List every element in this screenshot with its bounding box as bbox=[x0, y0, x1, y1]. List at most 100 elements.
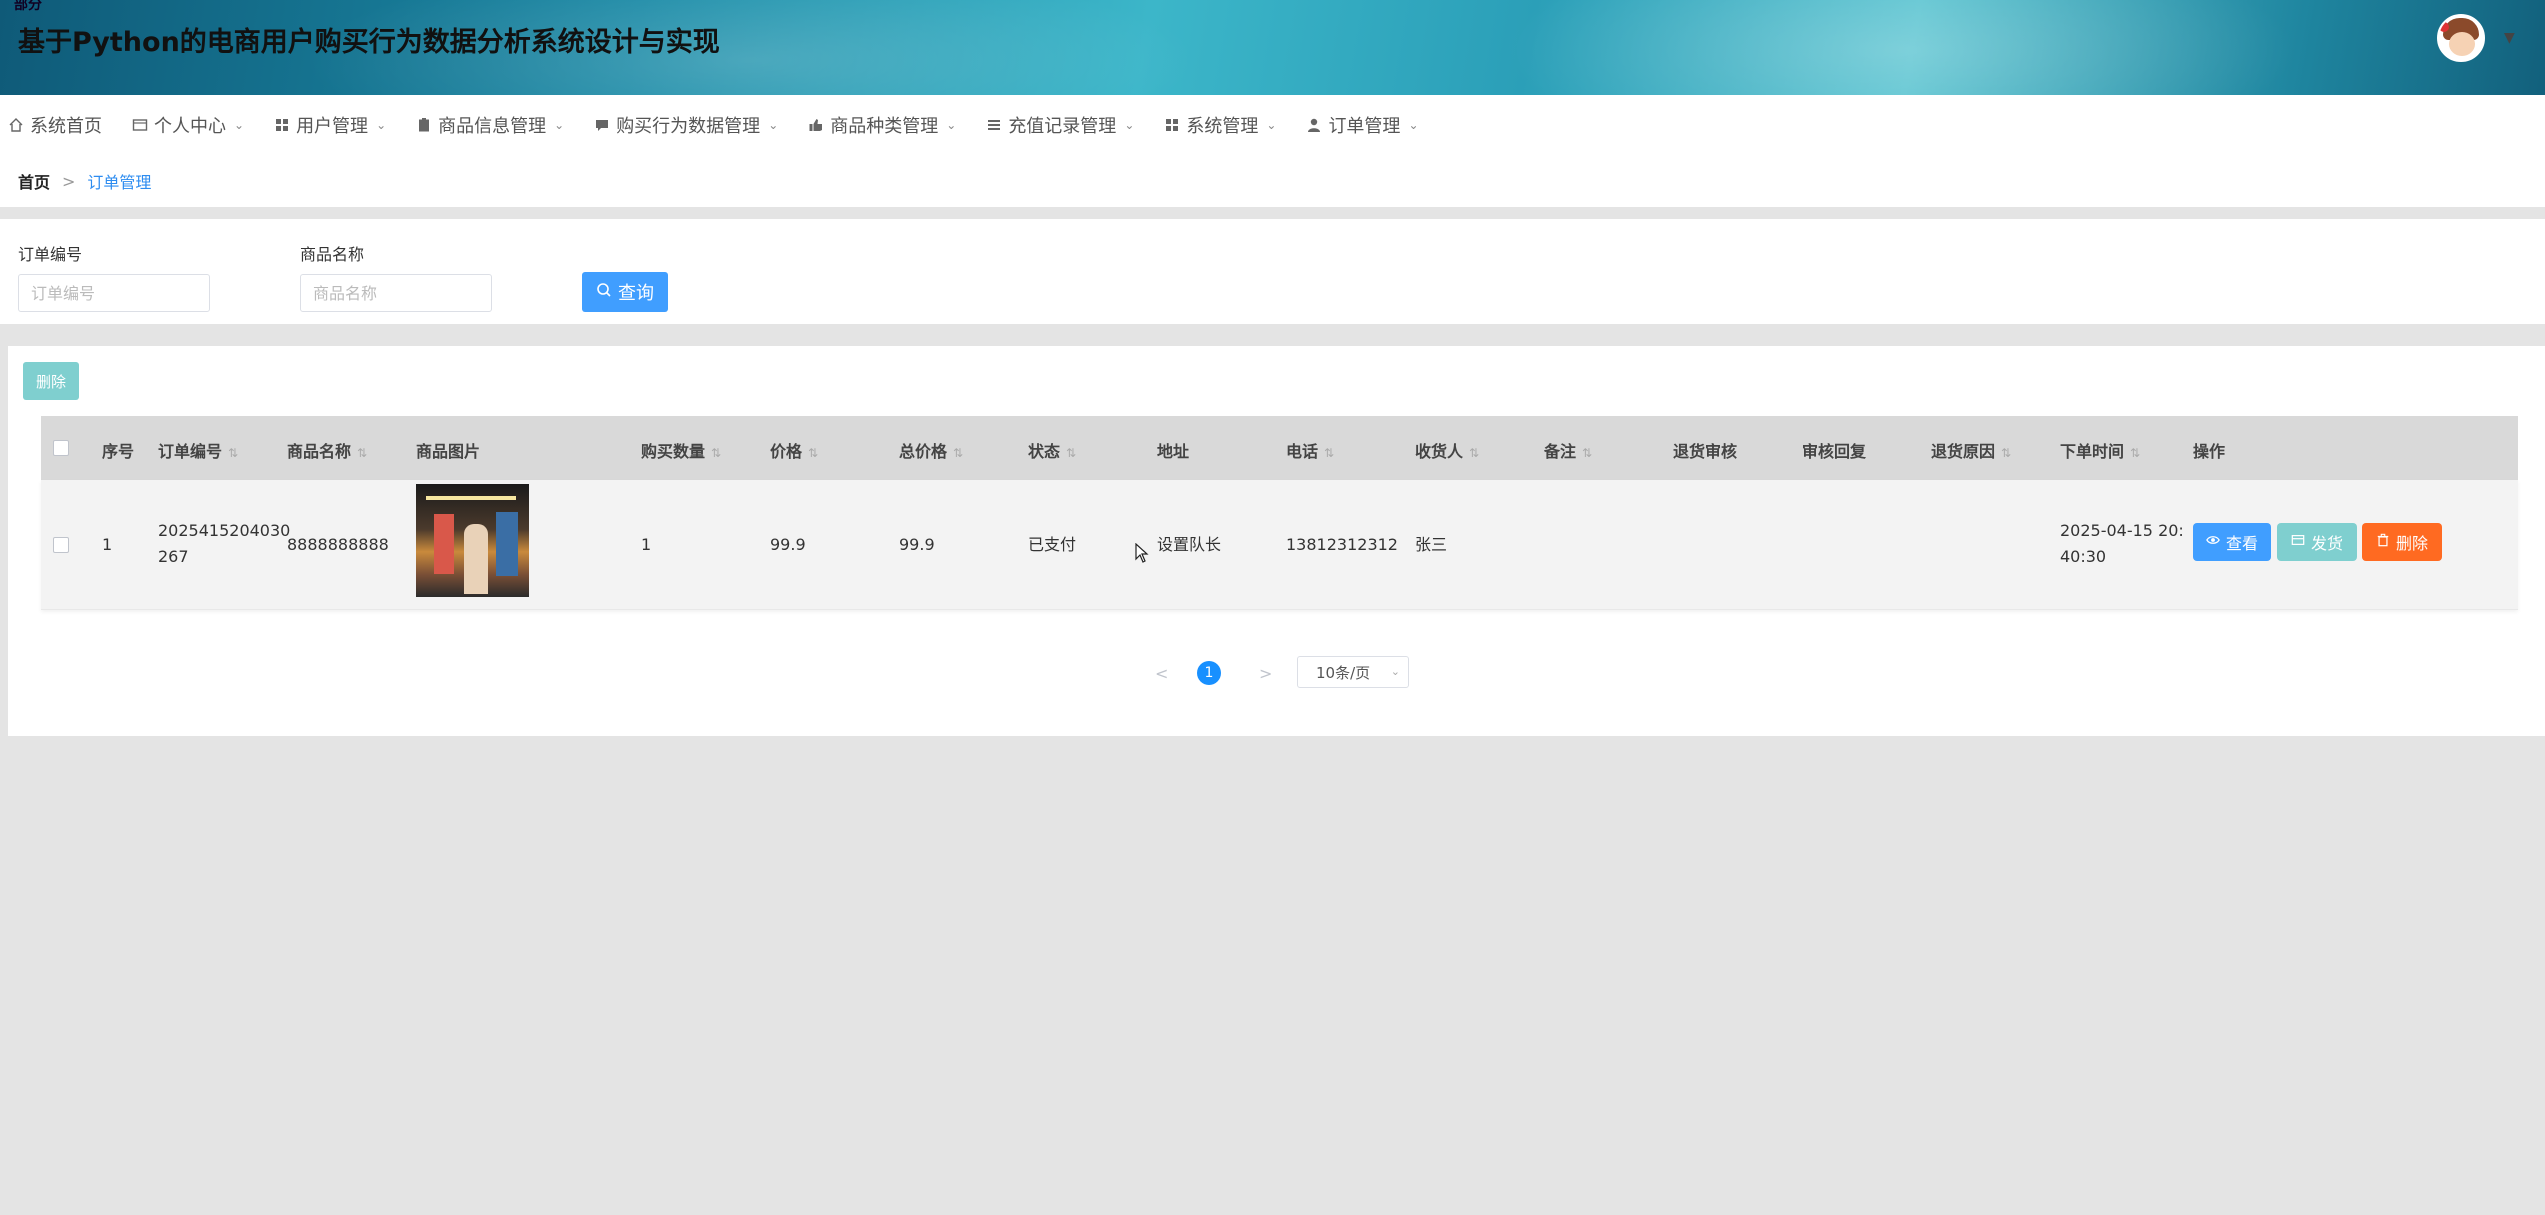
image-detail bbox=[496, 512, 518, 576]
column-header[interactable]: 总价格 ⇅ bbox=[899, 438, 963, 462]
ship-button[interactable]: 发货 bbox=[2277, 523, 2357, 561]
image-detail bbox=[464, 524, 488, 594]
avatar-face bbox=[2449, 32, 2475, 56]
section-gap bbox=[0, 207, 2545, 219]
column-header[interactable]: 商品名称 ⇅ bbox=[287, 438, 367, 462]
nav-item-label: 订单管理 bbox=[1328, 116, 1401, 137]
page-size-value: 10条/页 bbox=[1316, 663, 1371, 682]
avatar-dropdown-caret-icon[interactable]: ▼ bbox=[2504, 30, 2515, 46]
cell-order-no-line2: 267 bbox=[158, 547, 189, 566]
grid-icon bbox=[274, 117, 290, 133]
sort-icon: ⇅ bbox=[228, 446, 239, 460]
nav-item-order-management[interactable]: 订单管理 ⌄ bbox=[1306, 112, 1419, 138]
nav-item-label: 购买行为数据管理 bbox=[616, 116, 761, 137]
sort-icon: ⇅ bbox=[1469, 446, 1480, 460]
column-header[interactable]: 价格 ⇅ bbox=[770, 438, 818, 462]
grid-icon bbox=[1164, 117, 1180, 133]
trash-icon bbox=[2376, 533, 2390, 552]
header-wave-decoration bbox=[1500, 0, 2300, 95]
view-button[interactable]: 查看 bbox=[2193, 523, 2271, 561]
column-header[interactable]: 购买数量 ⇅ bbox=[641, 438, 721, 462]
sort-icon: ⇅ bbox=[953, 446, 964, 460]
avatar-bow bbox=[2439, 22, 2449, 32]
chevron-down-icon: ⌄ bbox=[1266, 118, 1277, 132]
top-nav: 系统首页 个人中心 ⌄ 用户管理 ⌄ 商品信息管理 ⌄ 购买行为数据管理 ⌄ 商… bbox=[0, 95, 2545, 155]
view-button-label: 查看 bbox=[2225, 536, 2258, 553]
orders-table: 序号 订单编号 ⇅ 商品名称 ⇅ 商品图片 购买数量 ⇅ 价格 ⇅ 总价格 ⇅ 状态 ⇅ 地… bbox=[41, 416, 2518, 610]
clipboard-icon bbox=[416, 117, 432, 133]
image-detail bbox=[426, 496, 516, 500]
sort-icon: ⇅ bbox=[1324, 446, 1335, 460]
batch-delete-button[interactable]: 删除 bbox=[23, 362, 79, 400]
section-gap bbox=[0, 324, 2545, 346]
cell-product-name: 8888888888 bbox=[287, 535, 389, 554]
nav-item-product-category[interactable]: 商品种类管理 ⌄ bbox=[808, 112, 956, 138]
mouse-cursor-icon bbox=[1135, 542, 1149, 568]
wallet-icon bbox=[2291, 533, 2305, 552]
app-header: 部分 基于Python的电商用户购买行为数据分析系统设计与实现 ▼ bbox=[0, 0, 2545, 95]
page-size-select[interactable]: 10条/页 ⌄ bbox=[1297, 656, 1409, 688]
cell-quantity: 1 bbox=[641, 535, 652, 554]
nav-item-home[interactable]: 系统首页 bbox=[8, 112, 102, 138]
select-all-checkbox[interactable] bbox=[53, 440, 69, 456]
nav-item-label: 个人中心 bbox=[154, 116, 226, 137]
sort-icon: ⇅ bbox=[808, 446, 819, 460]
id-card-icon bbox=[132, 117, 148, 133]
column-header[interactable]: 订单编号 ⇅ bbox=[158, 438, 238, 462]
cell-order-time-line2: 40:30 bbox=[2060, 547, 2107, 566]
sort-icon: ⇅ bbox=[2130, 446, 2141, 460]
breadcrumb-home[interactable]: 首页 bbox=[18, 169, 50, 193]
list-icon bbox=[986, 117, 1002, 133]
chevron-down-icon: ⌄ bbox=[554, 118, 565, 132]
column-header[interactable]: 状态 ⇅ bbox=[1028, 438, 1076, 462]
ship-button-label: 发货 bbox=[2310, 536, 2343, 553]
image-detail bbox=[434, 514, 454, 574]
nav-item-recharge-records[interactable]: 充值记录管理 ⌄ bbox=[986, 112, 1134, 138]
page-number-current[interactable]: 1 bbox=[1197, 661, 1221, 685]
table-header: 序号 订单编号 ⇅ 商品名称 ⇅ 商品图片 购买数量 ⇅ 价格 ⇅ 总价格 ⇅ 状态 ⇅ 地… bbox=[41, 416, 2518, 480]
search-icon bbox=[596, 282, 612, 303]
nav-item-user-management[interactable]: 用户管理 ⌄ bbox=[274, 112, 386, 138]
query-button[interactable]: 查询 bbox=[582, 272, 668, 312]
product-image[interactable] bbox=[416, 484, 529, 597]
order-no-input[interactable] bbox=[18, 274, 210, 312]
thumbs-up-icon bbox=[808, 117, 824, 133]
prev-page-button[interactable]: < bbox=[1155, 664, 1168, 683]
column-header[interactable]: 收货人 ⇅ bbox=[1415, 438, 1479, 462]
delete-button[interactable]: 删除 bbox=[2362, 523, 2442, 561]
column-header[interactable]: 退货原因 ⇅ bbox=[1931, 438, 2011, 462]
sort-icon: ⇅ bbox=[711, 446, 722, 460]
table-panel: 删除 序号 订单编号 ⇅ 商品名称 ⇅ 商品图片 购买数量 ⇅ 价格 ⇅ 总价格 ⇅ 状态… bbox=[8, 346, 2545, 736]
column-header[interactable]: 备注 ⇅ bbox=[1544, 438, 1592, 462]
delete-button-label: 删除 bbox=[2395, 536, 2428, 553]
nav-item-label: 用户管理 bbox=[296, 116, 369, 137]
nav-item-label: 商品种类管理 bbox=[830, 116, 939, 137]
cell-price: 99.9 bbox=[770, 535, 806, 554]
chevron-down-icon: ⌄ bbox=[1124, 118, 1135, 132]
column-header[interactable]: 电话 ⇅ bbox=[1286, 438, 1334, 462]
chat-icon bbox=[594, 117, 610, 133]
cell-receiver: 张三 bbox=[1415, 535, 1448, 554]
column-header: 地址 bbox=[1157, 442, 1190, 461]
nav-item-product-info[interactable]: 商品信息管理 ⌄ bbox=[416, 112, 564, 138]
avatar[interactable] bbox=[2437, 14, 2485, 62]
nav-item-personal-center[interactable]: 个人中心 ⌄ bbox=[132, 112, 244, 138]
nav-item-system-management[interactable]: 系统管理 ⌄ bbox=[1164, 112, 1276, 138]
pagination: < 1 > 10条/页 ⌄ bbox=[8, 656, 2545, 696]
product-name-input[interactable] bbox=[300, 274, 492, 312]
row-checkbox[interactable] bbox=[53, 537, 69, 553]
next-page-button[interactable]: > bbox=[1259, 664, 1272, 683]
column-header[interactable]: 下单时间 ⇅ bbox=[2060, 438, 2140, 462]
breadcrumb-separator: > bbox=[62, 171, 76, 191]
product-name-label: 商品名称 bbox=[300, 245, 365, 264]
sort-icon: ⇅ bbox=[1582, 446, 1593, 460]
cell-order-no: 2025415204030 267 bbox=[158, 518, 290, 570]
breadcrumb-current: 订单管理 bbox=[87, 173, 152, 192]
column-header: 退货审核 bbox=[1673, 442, 1738, 461]
cell-order-time-line1: 2025-04-15 20: bbox=[2060, 521, 2184, 540]
nav-item-label: 系统首页 bbox=[30, 116, 102, 137]
column-header: 审核回复 bbox=[1802, 442, 1867, 461]
nav-item-purchase-behavior[interactable]: 购买行为数据管理 ⌄ bbox=[594, 112, 778, 138]
column-header: 操作 bbox=[2193, 442, 2226, 461]
chevron-down-icon: ⌄ bbox=[946, 118, 957, 132]
